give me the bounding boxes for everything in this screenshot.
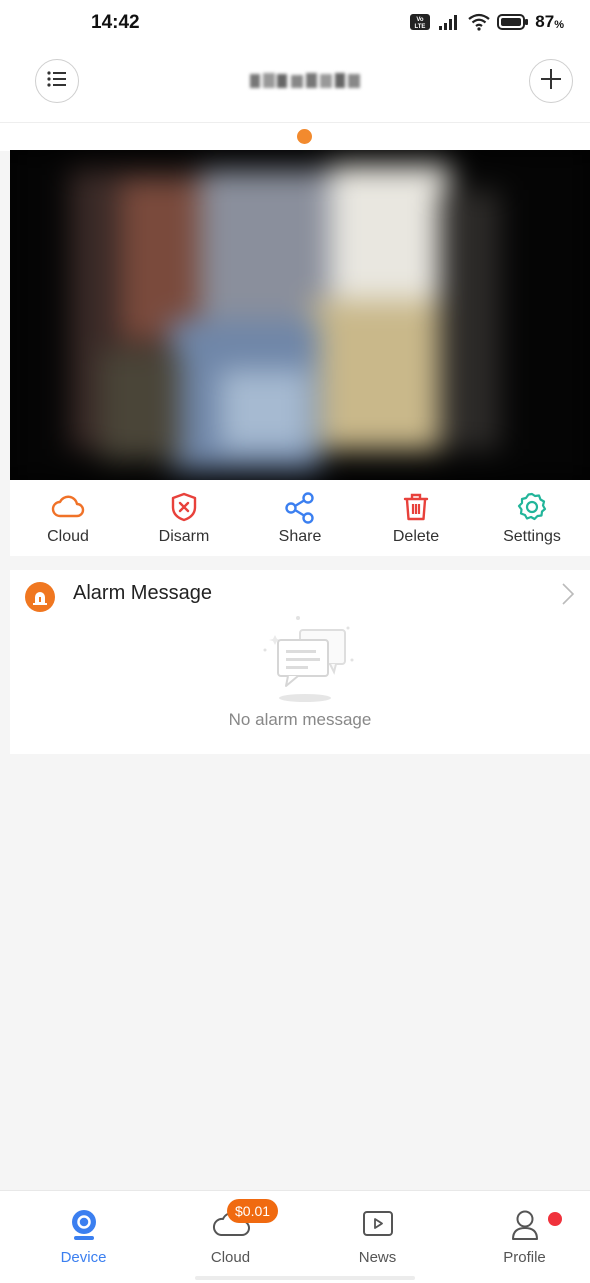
trash-icon — [402, 492, 430, 527]
device-actions-bar: Cloud Disarm Share Delete Settings — [10, 480, 590, 556]
svg-text:Vo: Vo — [417, 17, 425, 23]
gear-icon — [517, 492, 547, 527]
svg-text:LTE: LTE — [415, 24, 426, 30]
disarm-action-label: Disarm — [158, 528, 210, 545]
cloud-price-badge: $0.01 — [227, 1199, 279, 1223]
alarm-message-title[interactable]: Alarm Message — [73, 582, 212, 605]
page-indicator — [0, 123, 590, 151]
nav-news-label: News — [358, 1249, 397, 1266]
app-header — [0, 48, 590, 123]
nav-device-label: Device — [60, 1249, 107, 1266]
home-indicator — [195, 1276, 415, 1280]
cloud-action-label: Cloud — [47, 528, 89, 545]
percent-sign: % — [554, 18, 564, 31]
plus-icon — [540, 68, 562, 95]
share-action-label: Share — [278, 528, 322, 545]
chevron-right-icon[interactable] — [561, 582, 575, 611]
delete-action-button[interactable]: Delete — [358, 480, 474, 556]
disarm-action-button[interactable]: Disarm — [126, 480, 242, 556]
nav-cloud-label: Cloud — [210, 1249, 251, 1266]
cloud-icon — [51, 492, 85, 525]
nav-news[interactable]: News — [304, 1191, 451, 1283]
settings-action-button[interactable]: Settings — [474, 480, 590, 556]
device-title — [246, 70, 364, 92]
person-icon — [510, 1209, 540, 1246]
status-bar: 14:42 Vo LTE 87% — [0, 0, 590, 48]
nav-profile-label: Profile — [503, 1249, 546, 1266]
add-device-button[interactable] — [529, 59, 573, 103]
volte-icon: Vo LTE — [409, 13, 431, 31]
cloud-action-button[interactable]: Cloud — [10, 480, 126, 556]
empty-messages-icon — [250, 610, 360, 710]
signal-icon — [437, 13, 461, 31]
status-time: 14:42 — [91, 12, 140, 33]
delete-action-label: Delete — [392, 528, 440, 545]
bottom-navigation: Device Cloud $0.01 News Profile — [0, 1190, 590, 1283]
alarm-siren-icon — [25, 582, 55, 612]
list-icon — [47, 70, 67, 92]
nav-profile[interactable]: Profile — [451, 1191, 590, 1283]
alarm-message-card: Alarm Message No alarm message — [10, 570, 590, 754]
profile-notification-dot — [548, 1212, 562, 1226]
battery-icon — [497, 13, 529, 31]
shield-x-icon — [170, 492, 198, 527]
play-icon — [362, 1209, 394, 1242]
battery-level: 87 — [535, 12, 555, 31]
empty-alarm-text: No alarm message — [228, 710, 372, 729]
wifi-icon — [467, 13, 491, 31]
system-icons: Vo LTE 87% — [409, 12, 564, 32]
camera-icon — [69, 1209, 99, 1246]
share-icon — [284, 492, 316, 529]
camera-live-preview[interactable] — [10, 150, 590, 480]
share-action-button[interactable]: Share — [242, 480, 358, 556]
menu-button[interactable] — [35, 59, 79, 103]
settings-action-label: Settings — [503, 528, 561, 545]
nav-device[interactable]: Device — [10, 1191, 157, 1283]
page-dot-active[interactable] — [297, 129, 312, 144]
